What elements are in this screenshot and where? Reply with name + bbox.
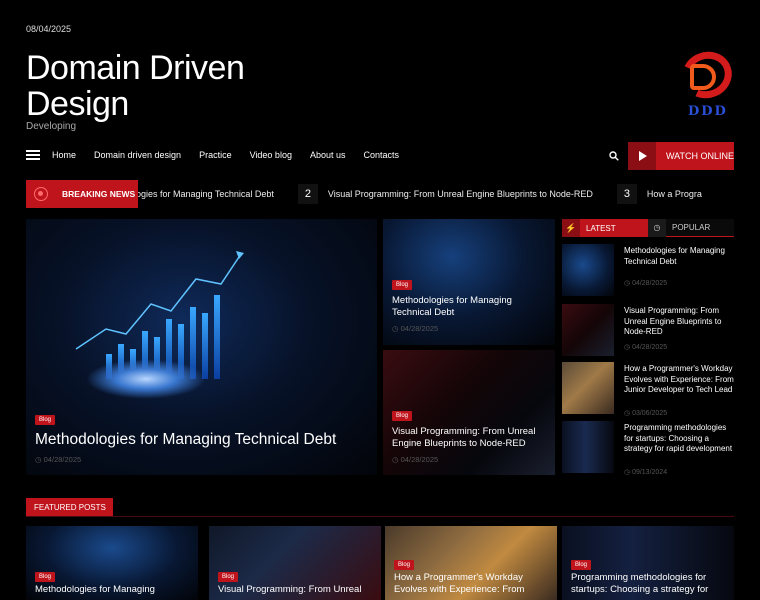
ticker-item[interactable]: Visual Programming: From Unreal Engine B… (328, 189, 593, 199)
watch-online-button[interactable]: WATCH ONLINE (628, 142, 734, 170)
breaking-news-text: BREAKING NEWS (62, 189, 136, 199)
post-title[interactable]: Visual Programming: From Unreal Engine B… (624, 306, 736, 338)
post-date: ◷ 04/28/2025 (624, 280, 668, 287)
news-ticker: logies for Managing Technical Debt 2 Vis… (134, 180, 702, 208)
sidebar-post[interactable]: Programming methodologies for startups: … (562, 421, 736, 476)
hero-hand-glow (86, 359, 206, 399)
card-title[interactable]: Visual Programming: From Unreal Engine B… (392, 426, 552, 450)
post-date: ◷ 03/06/2025 (624, 410, 668, 417)
hero-title[interactable]: Methodologies for Managing Technical Deb… (35, 431, 336, 449)
featured-card[interactable]: Blog Methodologies for Managing (26, 526, 198, 600)
post-thumbnail[interactable] (562, 362, 614, 414)
featured-card[interactable]: Blog Visual Programming: From Unreal (209, 526, 381, 600)
sidebar-post[interactable]: Visual Programming: From Unreal Engine B… (562, 304, 734, 358)
post-thumbnail[interactable] (562, 421, 614, 473)
lightning-icon: ⚡ (562, 219, 580, 237)
clock-icon: ◷ (648, 218, 666, 237)
post-date: ◷ 04/28/2025 (624, 344, 668, 351)
nav-item-domain-driven-design[interactable]: Domain driven design (94, 150, 181, 160)
category-tag[interactable]: Blog (394, 560, 415, 570)
nav-item-practice[interactable]: Practice (199, 150, 232, 160)
featured-card[interactable]: Blog How a Programmer's Workday Evolves … (385, 526, 557, 600)
sidebar-tabs: ⚡ LATEST ◷ POPULAR (562, 218, 734, 237)
category-tag[interactable]: Blog (35, 415, 56, 425)
logo-inner-shape (690, 64, 716, 90)
search-icon[interactable] (609, 151, 619, 161)
featured-title[interactable]: Methodologies for Managing (35, 584, 195, 596)
sidebar-post[interactable]: Methodologies for Managing Technical Deb… (562, 244, 734, 298)
post-title[interactable]: Methodologies for Managing Technical Deb… (624, 246, 736, 267)
header-date: 08/04/2025 (26, 24, 72, 34)
ticker-number: 3 (616, 184, 637, 204)
nav-menu: Home Domain driven design Practice Video… (52, 150, 399, 160)
play-icon (628, 142, 656, 170)
tab-popular[interactable]: ◷ POPULAR (648, 218, 734, 237)
breaking-news-label: BREAKING NEWS (26, 180, 138, 208)
card-date: ◷ 04/28/2025 (392, 324, 439, 333)
nav-item-about-us[interactable]: About us (310, 150, 346, 160)
category-tag[interactable]: Blog (392, 280, 413, 290)
post-thumbnail[interactable] (562, 304, 614, 356)
ticker-number: 2 (297, 184, 318, 204)
nav-item-video-blog[interactable]: Video blog (250, 150, 292, 160)
tab-latest[interactable]: ⚡ LATEST (562, 219, 648, 237)
ddd-logo[interactable]: DDD (675, 44, 739, 120)
nav-item-contacts[interactable]: Contacts (363, 150, 399, 160)
category-tag[interactable]: Blog (218, 572, 239, 582)
featured-posts-label: FEATURED POSTS (26, 498, 113, 516)
sidebar-post[interactable]: How a Programmer's Workday Evolves with … (562, 362, 736, 417)
category-tag[interactable]: Blog (35, 572, 56, 582)
ticker-item[interactable]: logies for Managing Technical Debt (134, 189, 274, 199)
site-tagline: Developing (26, 121, 77, 132)
logo-text: DDD (688, 104, 728, 119)
card-date: ◷ 04/28/2025 (392, 455, 439, 464)
ticker-item[interactable]: How a Progra (647, 189, 702, 199)
featured-card[interactable]: Blog Programming methodologies for start… (562, 526, 734, 600)
category-tag[interactable]: Blog (571, 560, 592, 570)
article-card[interactable]: Blog Methodologies for Managing Technica… (383, 219, 555, 345)
tab-popular-label: POPULAR (672, 223, 711, 232)
nav-item-home[interactable]: Home (52, 150, 76, 160)
site-title[interactable]: Domain Driven Design (26, 50, 286, 122)
main-navigation: Home Domain driven design Practice Video… (26, 142, 734, 170)
broadcast-icon (34, 187, 48, 201)
featured-title[interactable]: Programming methodologies for startups: … (571, 572, 731, 596)
featured-title[interactable]: Visual Programming: From Unreal (218, 584, 378, 596)
card-title[interactable]: Methodologies for Managing Technical Deb… (392, 295, 542, 319)
watch-online-label: WATCH ONLINE (666, 151, 735, 161)
hamburger-menu-icon[interactable] (26, 150, 40, 161)
post-title[interactable]: How a Programmer's Workday Evolves with … (624, 364, 736, 396)
post-date: ◷ 09/13/2024 (624, 469, 668, 476)
hero-date: ◷ 04/28/2025 (35, 455, 82, 464)
breaking-news-bar: BREAKING NEWS logies for Managing Techni… (26, 180, 734, 208)
post-thumbnail[interactable] (562, 244, 614, 296)
post-title[interactable]: Programming methodologies for startups: … (624, 423, 736, 455)
hero-article[interactable]: Blog Methodologies for Managing Technica… (26, 219, 377, 475)
category-tag[interactable]: Blog (392, 411, 413, 421)
tab-latest-label: LATEST (586, 223, 616, 233)
featured-title[interactable]: How a Programmer's Workday Evolves with … (394, 572, 554, 596)
featured-divider (26, 516, 734, 517)
article-card[interactable]: Blog Visual Programming: From Unreal Eng… (383, 350, 555, 475)
